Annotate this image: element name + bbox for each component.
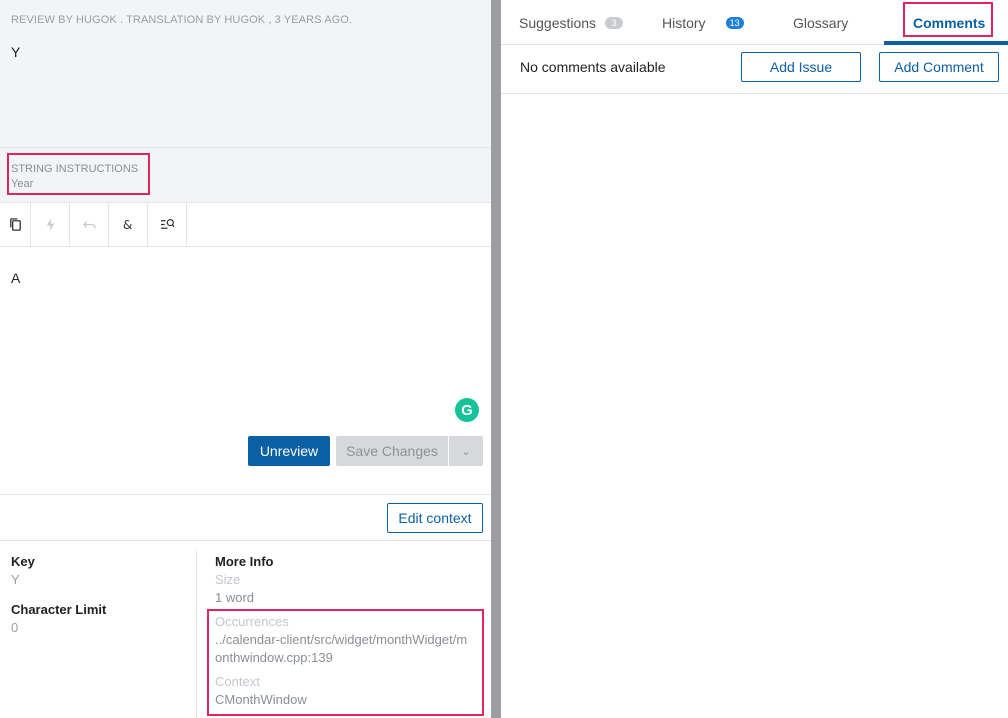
instructions-title: STRING INSTRUCTIONS — [11, 163, 139, 175]
key-label: Key — [11, 554, 35, 569]
info-divider — [196, 551, 197, 718]
review-meta: REVIEW BY HUGOK . TRANSLATION BY HUGOK ,… — [11, 14, 353, 26]
editor-toolbar: & — [0, 203, 491, 247]
no-comments-text: No comments available — [520, 59, 666, 75]
translation-text[interactable]: A — [11, 270, 20, 286]
lightning-icon — [46, 217, 54, 232]
svg-text:&: & — [122, 218, 132, 232]
special-characters-button[interactable]: & — [109, 203, 148, 246]
undo-icon — [82, 221, 96, 229]
history-count-badge: 13 — [725, 16, 744, 29]
occurrences-path-line1: ../calendar-client/src/widget/monthWidge… — [215, 632, 468, 647]
pane-splitter[interactable] — [491, 0, 501, 718]
character-limit-label: Character Limit — [11, 602, 107, 617]
character-limit-value: 0 — [11, 620, 19, 635]
context-value: CMonthWindow — [215, 692, 307, 707]
suggestions-count-badge: 3 — [605, 16, 624, 29]
occurrences-label: Occurrences — [215, 614, 289, 629]
add-comment-button[interactable]: Add Comment — [879, 52, 999, 82]
translation-editor: REVIEW BY HUGOK . TRANSLATION BY HUGOK ,… — [0, 0, 1008, 718]
tab-glossary[interactable]: Glossary — [793, 0, 848, 45]
size-label: Size — [215, 572, 241, 587]
comments-tab-highlight — [903, 2, 993, 37]
tab-history[interactable]: History 13 — [662, 0, 744, 45]
grammarly-icon[interactable]: G — [455, 398, 479, 422]
size-value: 1 word — [215, 590, 255, 605]
edit-context-button[interactable]: Edit context — [387, 503, 483, 533]
occurrences-path-line2: onthwindow.cpp:139 — [215, 650, 333, 665]
comments-bar: No comments available Add Issue Add Comm… — [501, 45, 1008, 94]
side-tabs: Suggestions 3 History 13 Glossary Commen… — [501, 0, 1008, 45]
auto-translate-button[interactable] — [31, 203, 70, 246]
source-string: Y — [11, 44, 21, 60]
instructions-value: Year — [11, 178, 34, 190]
tab-suggestions-label: Suggestions — [519, 14, 597, 31]
right-pane: Suggestions 3 History 13 Glossary Commen… — [501, 0, 1008, 718]
tab-glossary-label: Glossary — [793, 14, 849, 31]
unreview-button[interactable]: Unreview — [248, 436, 330, 466]
context-bar: Edit context — [0, 495, 491, 541]
string-instructions — [0, 148, 491, 203]
special-char-icon: & — [122, 218, 132, 232]
tab-suggestions[interactable]: Suggestions 3 — [519, 0, 624, 45]
translation-editor-area[interactable]: A G Unreview Save Changes ⌄ — [0, 247, 491, 495]
context-label: Context — [215, 674, 260, 689]
left-pane: REVIEW BY HUGOK . TRANSLATION BY HUGOK ,… — [0, 0, 491, 718]
tab-history-label: History — [662, 14, 706, 31]
copy-source-button[interactable] — [0, 203, 31, 246]
review-panel: REVIEW BY HUGOK . TRANSLATION BY HUGOK ,… — [0, 0, 491, 148]
save-options-dropdown[interactable]: ⌄ — [449, 436, 483, 466]
key-value: Y — [11, 572, 20, 587]
chevron-down-icon: ⌄ — [461, 445, 471, 458]
more-info-label: More Info — [215, 554, 274, 569]
save-changes-button[interactable]: Save Changes — [336, 436, 448, 466]
copy-icon — [9, 218, 21, 231]
string-info: Key Y Character Limit 0 More Info Size 1… — [0, 541, 491, 718]
search-text-icon — [160, 219, 175, 229]
undo-button[interactable] — [70, 203, 109, 246]
search-text-button[interactable] — [148, 203, 187, 246]
add-issue-button[interactable]: Add Issue — [741, 52, 861, 82]
